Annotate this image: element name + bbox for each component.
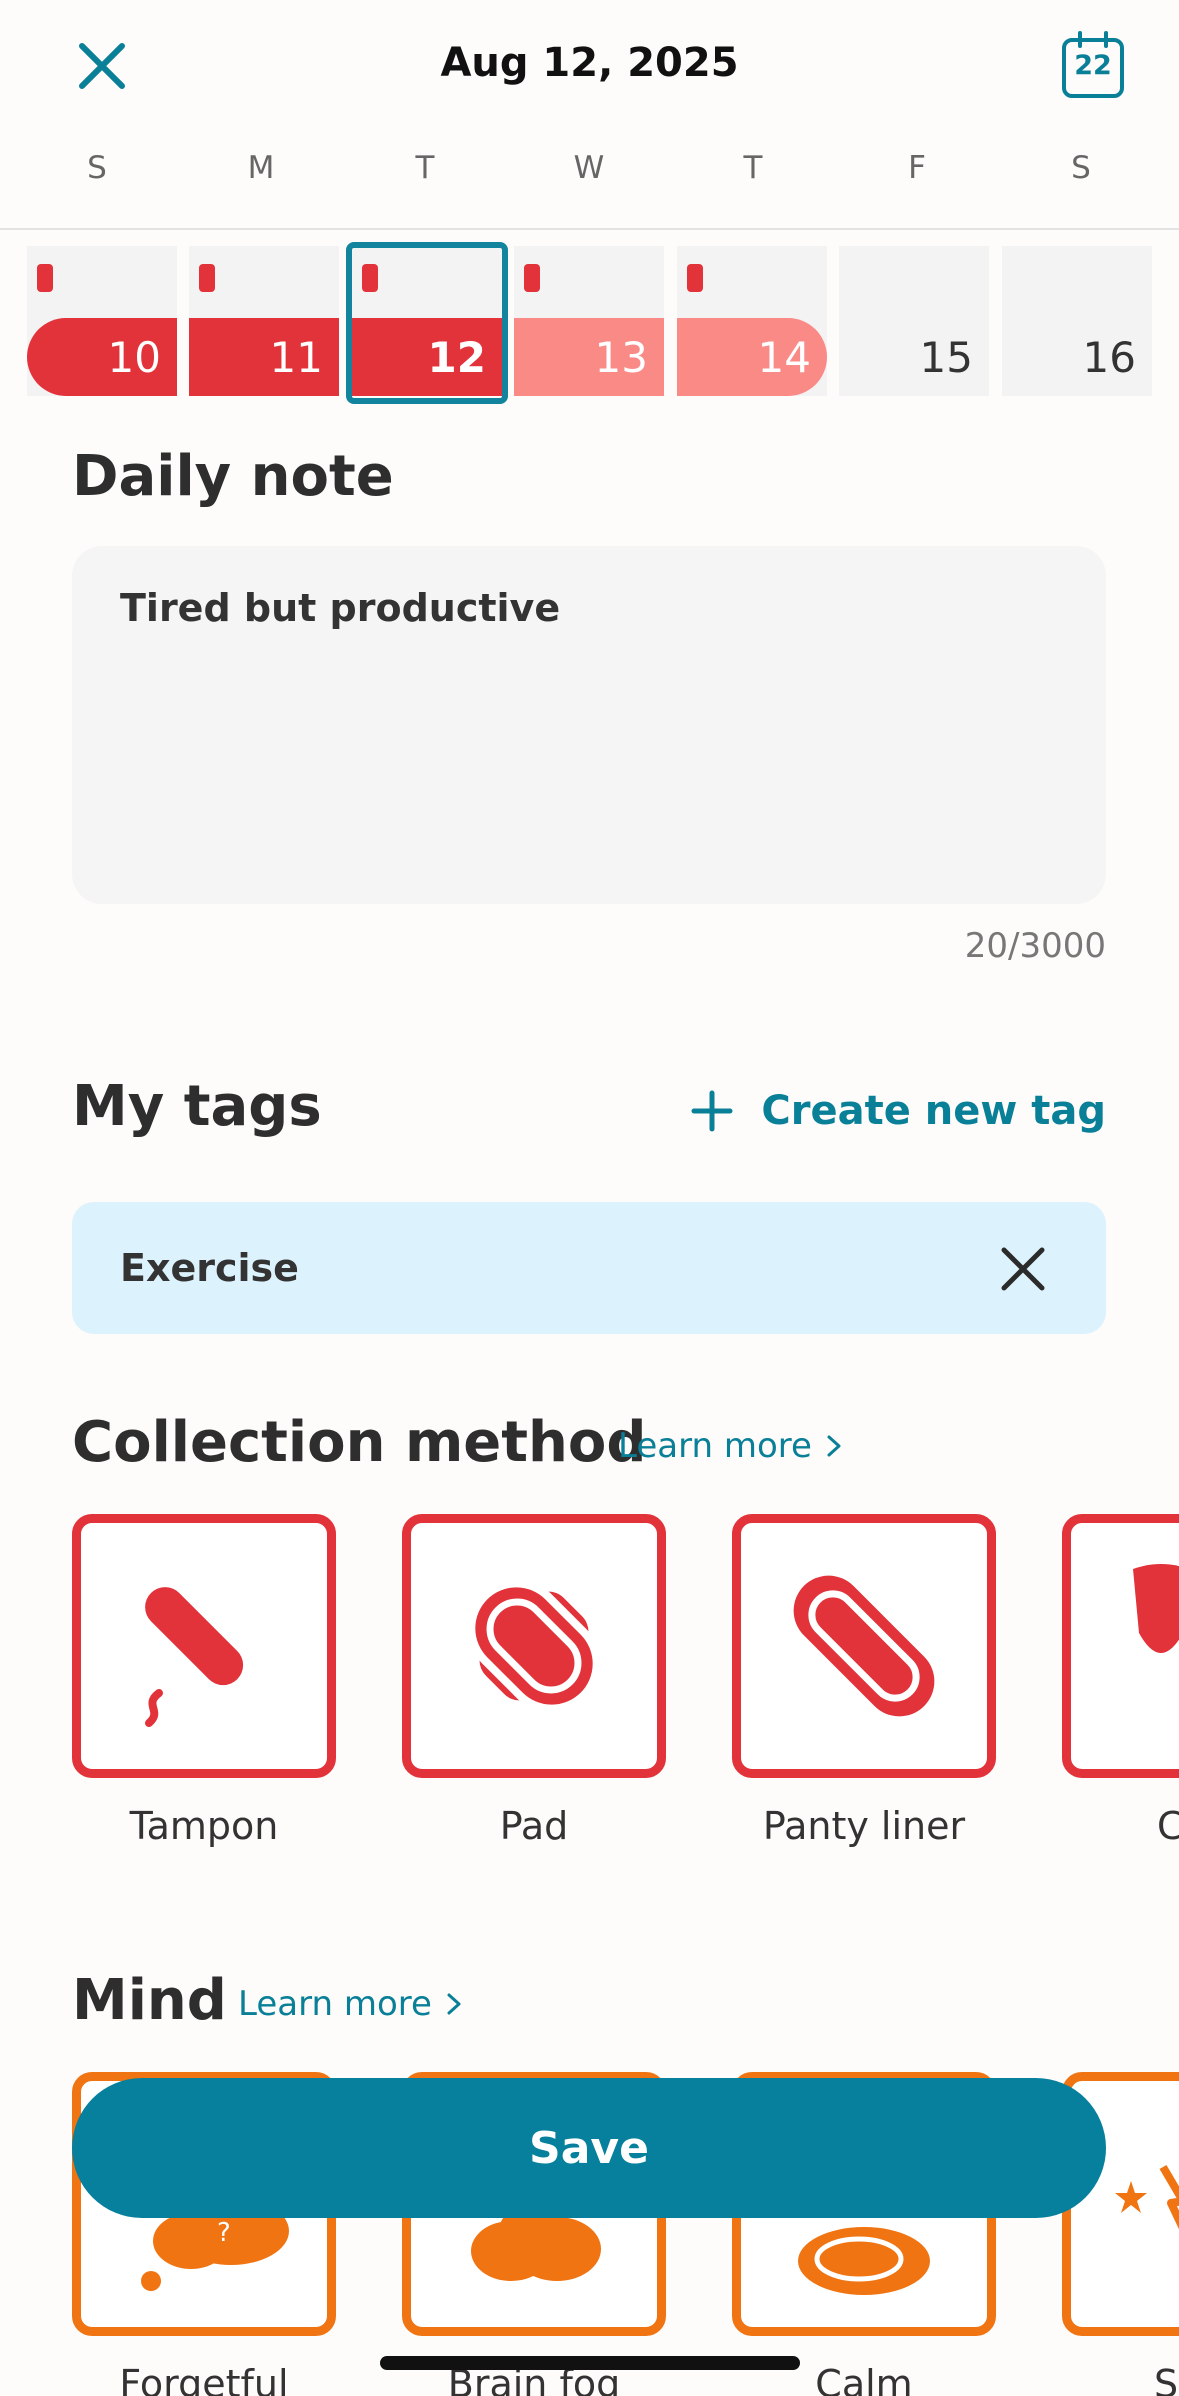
calendar-day: 22 bbox=[1074, 50, 1112, 81]
flow-marker bbox=[199, 264, 215, 292]
calendar-button[interactable]: 22 bbox=[1060, 30, 1126, 100]
log-day-screen: Aug 12, 2025 22 S M T W T F S 10 11 12 1… bbox=[0, 0, 1179, 2396]
day-number: 11 bbox=[269, 333, 323, 382]
learn-more-label: Learn more bbox=[238, 1984, 432, 2024]
panty-liner-icon bbox=[793, 1575, 935, 1717]
svg-text:?: ? bbox=[217, 2218, 231, 2248]
daily-note-title: Daily note bbox=[72, 444, 394, 509]
weekday-label: S bbox=[1071, 150, 1091, 186]
header: Aug 12, 2025 22 bbox=[0, 0, 1179, 130]
menstrual-cup-icon bbox=[1133, 1564, 1179, 1653]
week-strip: 10 11 12 13 14 15 16 bbox=[0, 246, 1179, 400]
option-label: Stre bbox=[1154, 2362, 1179, 2396]
day-cell-14[interactable]: 14 bbox=[677, 246, 827, 396]
day-cell-16[interactable]: 16 bbox=[1002, 246, 1152, 396]
pad-icon bbox=[467, 1579, 601, 1713]
day-number: 15 bbox=[919, 333, 973, 382]
weekday-label: F bbox=[908, 150, 926, 186]
option-label: Panty liner bbox=[762, 1804, 966, 1848]
weekday-header: S M T W T F S bbox=[0, 150, 1179, 210]
save-label: Save bbox=[529, 2122, 649, 2174]
selected-day-frame bbox=[346, 242, 508, 404]
option-label: Tampon bbox=[129, 1804, 279, 1848]
weekday-label: S bbox=[87, 150, 107, 186]
weekday-label: T bbox=[415, 150, 435, 186]
plus-icon bbox=[691, 1090, 733, 1132]
daily-note-value: Tired but productive bbox=[120, 586, 561, 630]
day-number: 13 bbox=[594, 333, 648, 382]
day-cell-15[interactable]: 15 bbox=[839, 246, 989, 396]
my-tags-title: My tags bbox=[72, 1074, 322, 1139]
weekday-label: M bbox=[247, 150, 275, 186]
remove-tag-icon[interactable] bbox=[998, 1244, 1048, 1294]
flow-marker bbox=[524, 264, 540, 292]
day-cell-10[interactable]: 10 bbox=[27, 246, 177, 396]
day-number: 10 bbox=[107, 333, 161, 382]
day-cell-13[interactable]: 13 bbox=[514, 246, 664, 396]
tag-chip[interactable]: Exercise bbox=[72, 1202, 1106, 1334]
day-cell-11[interactable]: 11 bbox=[189, 246, 339, 396]
chevron-right-icon bbox=[447, 1993, 461, 2015]
create-tag-label: Create new tag bbox=[761, 1088, 1106, 1134]
tampon-icon bbox=[145, 1587, 244, 1727]
option-label: Forgetful bbox=[119, 2362, 289, 2396]
tag-label: Exercise bbox=[120, 1246, 299, 1290]
day-number: 14 bbox=[757, 333, 811, 382]
page-title: Aug 12, 2025 bbox=[440, 40, 739, 86]
divider bbox=[0, 228, 1179, 230]
option-label: Pad bbox=[499, 1804, 569, 1848]
daily-note-field[interactable]: Tired but productive bbox=[72, 546, 1106, 904]
mind-title: Mind bbox=[72, 1968, 227, 2033]
collection-learn-more-link[interactable]: Learn more bbox=[618, 1426, 842, 1466]
option-panty-liner[interactable] bbox=[732, 1514, 996, 1778]
option-label: C bbox=[1157, 1804, 1179, 1848]
chevron-right-icon bbox=[827, 1435, 841, 1457]
save-button[interactable]: Save bbox=[72, 2078, 1106, 2218]
flow-marker bbox=[37, 264, 53, 292]
create-tag-button[interactable]: Create new tag bbox=[691, 1086, 1106, 1136]
option-tampon[interactable] bbox=[72, 1514, 336, 1778]
weekday-label: T bbox=[743, 150, 763, 186]
option-pad[interactable] bbox=[402, 1514, 666, 1778]
weekday-label: W bbox=[573, 150, 605, 186]
flow-marker bbox=[687, 264, 703, 292]
option-cup[interactable] bbox=[1062, 1514, 1179, 1778]
home-indicator[interactable] bbox=[380, 2356, 800, 2370]
character-counter: 20/3000 bbox=[964, 926, 1106, 966]
collection-method-title: Collection method bbox=[72, 1410, 647, 1475]
learn-more-label: Learn more bbox=[618, 1426, 812, 1466]
day-number: 16 bbox=[1082, 333, 1136, 382]
mind-learn-more-link[interactable]: Learn more bbox=[238, 1984, 462, 2024]
